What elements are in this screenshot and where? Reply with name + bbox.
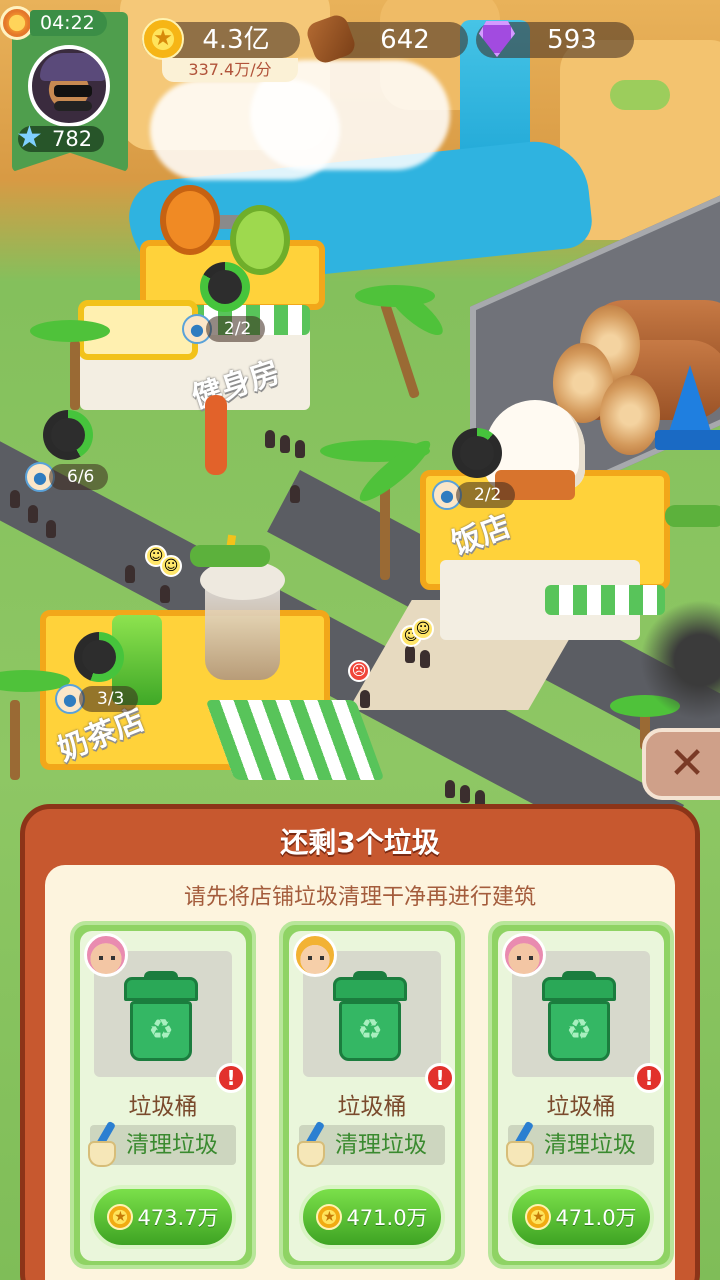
- palm-tree: [10, 700, 20, 780]
- player-profile[interactable]: 04:22 782 ★: [0, 0, 135, 178]
- worker-count-label: 2/2: [456, 482, 516, 508]
- traffic-cone: [668, 365, 712, 435]
- restaurant-awning: [545, 585, 665, 615]
- milktea-worker-count[interactable]: ● 3/3: [55, 684, 139, 714]
- clean-trash-button[interactable]: ★ 471.0万: [508, 1185, 654, 1249]
- log-end: [600, 375, 660, 455]
- dialog-title: 还剩3个垃圾: [280, 826, 440, 859]
- coin-icon: ★: [525, 1204, 552, 1230]
- star-icon: ★: [16, 120, 43, 155]
- broom-icon: [86, 1120, 126, 1169]
- trash-card-name: 垃圾桶: [128, 1094, 198, 1120]
- dialog-body: 请先将店铺垃圾清理干净再进行建筑 ♻ ! 垃圾桶 清理垃圾 ★ 473.7万 ♻…: [45, 865, 675, 1280]
- customer: [160, 585, 170, 603]
- avatar[interactable]: [28, 45, 110, 127]
- broom-icon: [295, 1120, 335, 1169]
- blonde-worker-icon: [293, 933, 337, 977]
- avatar-mustache: [54, 101, 92, 111]
- trash-card[interactable]: ♻ ! 垃圾桶 清理垃圾 ★ 473.7万: [70, 921, 256, 1269]
- dialog-subtitle: 请先将店铺垃圾清理干净再进行建筑: [183, 885, 536, 910]
- trash-card-name: 垃圾桶: [546, 1094, 616, 1120]
- clean-trash-button[interactable]: ★ 471.0万: [299, 1185, 445, 1249]
- close-button[interactable]: ✕: [642, 728, 720, 800]
- restaurant-worker-count[interactable]: ● 2/2: [432, 480, 516, 510]
- trash-bin-icon: ♻: [333, 971, 407, 1063]
- game-clock: 04:22: [30, 10, 107, 36]
- milktea-progress-ring: [74, 632, 124, 682]
- gem-icon: [476, 18, 518, 60]
- customer: [280, 435, 290, 453]
- restaurant-progress-ring: [452, 428, 502, 478]
- coin-icon: [142, 18, 184, 60]
- clock-row: 04:22: [0, 6, 107, 40]
- task-bar: 清理垃圾: [88, 1120, 236, 1167]
- dumbbell-plate: [160, 185, 220, 255]
- broom-icon: [504, 1120, 544, 1169]
- customer: [125, 565, 135, 583]
- customer: [420, 650, 430, 668]
- dumbbell-plate: [230, 205, 290, 275]
- task-label: 清理垃圾: [544, 1132, 636, 1158]
- customer: [10, 490, 20, 508]
- punching-bag: [205, 395, 227, 475]
- customer: [265, 430, 275, 448]
- left-worker-count[interactable]: ● 6/6: [25, 462, 109, 492]
- worker-count-label: 3/3: [79, 686, 139, 712]
- customer: [46, 520, 56, 538]
- task-label: 清理垃圾: [126, 1132, 218, 1158]
- trash-bin-icon: ♻: [124, 971, 198, 1063]
- cleanup-dialog: 还剩3个垃圾 请先将店铺垃圾清理干净再进行建筑 ♻ ! 垃圾桶 清理垃圾 ★ 4…: [20, 804, 700, 1280]
- clean-trash-button[interactable]: ★ 473.7万: [90, 1185, 236, 1249]
- trash-card-list[interactable]: ♻ ! 垃圾桶 清理垃圾 ★ 473.7万 ♻ ! 垃圾桶 清理垃圾 ★ 471…: [70, 921, 676, 1280]
- task-bar: 清理垃圾: [506, 1120, 654, 1167]
- customer: [28, 505, 38, 523]
- trash-card-inner: ♻ ! 垃圾桶 清理垃圾 ★ 473.7万: [80, 931, 246, 1261]
- avatar-glasses: [54, 85, 92, 97]
- coin-icon: ★: [316, 1204, 343, 1230]
- gym-progress-ring: [200, 262, 250, 312]
- sun-icon: [0, 6, 34, 40]
- grass-patch: [610, 80, 670, 110]
- bush: [665, 505, 720, 527]
- pink-hair-worker-icon: [84, 933, 128, 977]
- milktea-awning: [205, 700, 385, 780]
- trash-card[interactable]: ♻ ! 垃圾桶 清理垃圾 ★ 471.0万: [488, 921, 674, 1269]
- palm-leaf: [30, 320, 110, 342]
- palm-tree: [70, 340, 80, 410]
- coin-icon: ★: [107, 1204, 134, 1230]
- avatar-hat: [40, 53, 106, 81]
- worker-count-label: 2/2: [206, 316, 266, 342]
- price-label: 473.7万: [137, 1206, 219, 1230]
- customer: [445, 780, 455, 798]
- task-label: 清理垃圾: [335, 1132, 427, 1158]
- gold-counter[interactable]: 4.3亿: [142, 18, 300, 60]
- pink-hair-worker-icon: [502, 933, 546, 977]
- angry-emoji-icon: ☹: [348, 660, 370, 682]
- close-icon: ✕: [668, 738, 706, 789]
- trash-card-inner: ♻ ! 垃圾桶 清理垃圾 ★ 471.0万: [289, 931, 455, 1261]
- happy-emoji-icon: ☺: [412, 618, 434, 640]
- traffic-cone-base: [655, 430, 720, 450]
- left-progress-ring: [43, 410, 93, 460]
- customer: [460, 785, 470, 803]
- bush: [190, 545, 270, 567]
- trash-card[interactable]: ♻ ! 垃圾桶 清理垃圾 ★ 471.0万: [279, 921, 465, 1269]
- customer: [405, 645, 415, 663]
- price-label: 471.0万: [555, 1206, 637, 1230]
- gym-worker-count[interactable]: ● 2/2: [182, 314, 266, 344]
- price-label: 471.0万: [346, 1206, 428, 1230]
- worker-count-label: 6/6: [49, 464, 109, 490]
- customer: [360, 690, 370, 708]
- gem-counter[interactable]: 593: [476, 20, 634, 60]
- customer: [290, 485, 300, 503]
- dumbbell: [160, 185, 300, 275]
- trash-card-name: 垃圾桶: [337, 1094, 407, 1120]
- task-bar: 清理垃圾: [297, 1120, 445, 1167]
- trash-card-inner: ♻ ! 垃圾桶 清理垃圾 ★ 471.0万: [498, 931, 664, 1261]
- wood-counter[interactable]: 642: [304, 12, 468, 66]
- trash-bin-icon: ♻: [542, 971, 616, 1063]
- customer: [295, 440, 305, 458]
- happy-emoji-icon: ☺: [160, 555, 182, 577]
- gold-rate: 337.4万/分: [162, 58, 298, 82]
